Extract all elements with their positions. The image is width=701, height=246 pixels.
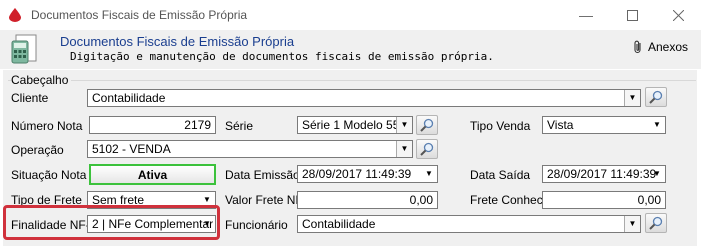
data-saida-value: 28/09/2017 11:49:39 — [547, 167, 657, 181]
tipo-venda-value: Vista — [547, 118, 574, 132]
serie-value: Série 1 Modelo 55 — [302, 118, 400, 132]
numero-nota-input[interactable]: 2179 — [89, 116, 216, 134]
situacao-ativa-button[interactable]: Ativa — [89, 164, 216, 185]
data-emissao-picker[interactable]: 28/09/2017 11:49:39 ▼ — [297, 165, 438, 183]
finalidade-highlight-box — [3, 205, 220, 240]
window-title: Documentos Fiscais de Emissão Própria — [31, 8, 248, 22]
data-emissao-label: Data Emissão — [225, 168, 300, 182]
valor-frete-nf-label: Valor Frete NF — [225, 193, 303, 207]
operacao-label: Operação — [11, 143, 64, 157]
minimize-icon[interactable]: — — [563, 0, 609, 30]
calculator-document-icon — [11, 34, 37, 64]
data-emissao-value: 28/09/2017 11:49:39 — [302, 167, 412, 181]
search-icon — [420, 118, 434, 132]
frete-conhec-label: Frete Conhec. — [470, 193, 547, 207]
chevron-down-icon[interactable]: ▼ — [624, 216, 640, 232]
frete-conhec-input[interactable]: 0,00 — [542, 191, 666, 209]
chevron-down-icon[interactable]: ▼ — [396, 141, 412, 157]
data-saida-picker[interactable]: 28/09/2017 11:49:39 ▼ — [542, 165, 666, 183]
group-divider — [8, 80, 696, 81]
situacao-nota-label: Situação Nota — [11, 168, 87, 182]
chevron-down-icon[interactable]: ▼ — [649, 117, 665, 133]
operacao-combo[interactable]: 5102 - VENDA ▼ — [87, 140, 413, 158]
tipo-venda-combo[interactable]: Vista ▼ — [542, 116, 666, 134]
data-saida-label: Data Saída — [470, 168, 531, 182]
chevron-down-icon[interactable]: ▼ — [396, 117, 412, 133]
chevron-down-icon[interactable]: ▼ — [624, 90, 640, 106]
serie-search-button[interactable] — [416, 115, 438, 135]
search-icon — [649, 90, 663, 104]
anexos-label: Anexos — [648, 40, 689, 54]
form-title: Documentos Fiscais de Emissão Própria — [60, 34, 295, 49]
maximize-icon[interactable] — [609, 0, 655, 30]
funcionario-value: Contabilidade — [302, 217, 376, 231]
cliente-label: Cliente — [11, 91, 49, 105]
valor-frete-nf-input[interactable]: 0,00 — [297, 191, 438, 209]
numero-nota-label: Número Nota — [11, 119, 83, 133]
paperclip-icon — [634, 40, 641, 54]
operacao-value: 5102 - VENDA — [92, 142, 171, 156]
serie-combo[interactable]: Série 1 Modelo 55 ▼ — [297, 116, 413, 134]
cliente-search-button[interactable] — [645, 87, 667, 107]
app-drop-icon — [9, 8, 21, 22]
serie-label: Série — [225, 119, 254, 133]
window-titlebar: Documentos Fiscais de Emissão Própria — — [0, 0, 701, 30]
chevron-down-icon[interactable]: ▼ — [649, 166, 665, 182]
close-icon[interactable] — [655, 0, 701, 30]
funcionario-label: Funcionário — [225, 218, 288, 232]
group-label: Cabeçalho — [11, 73, 72, 87]
chevron-down-icon[interactable]: ▼ — [421, 166, 437, 182]
form-subtitle: Digitação e manutenção de documentos fis… — [70, 50, 494, 63]
search-icon — [420, 142, 434, 156]
cliente-combo[interactable]: Contabilidade ▼ — [87, 89, 641, 107]
tipo-venda-label: Tipo Venda — [470, 119, 531, 133]
anexos-button[interactable]: Anexos — [633, 40, 688, 54]
form-header: Documentos Fiscais de Emissão Própria Di… — [0, 30, 701, 69]
operacao-search-button[interactable] — [416, 139, 438, 159]
cliente-value: Contabilidade — [92, 91, 166, 105]
search-icon — [649, 216, 663, 230]
funcionario-combo[interactable]: Contabilidade ▼ — [297, 215, 641, 233]
funcionario-search-button[interactable] — [645, 213, 667, 233]
